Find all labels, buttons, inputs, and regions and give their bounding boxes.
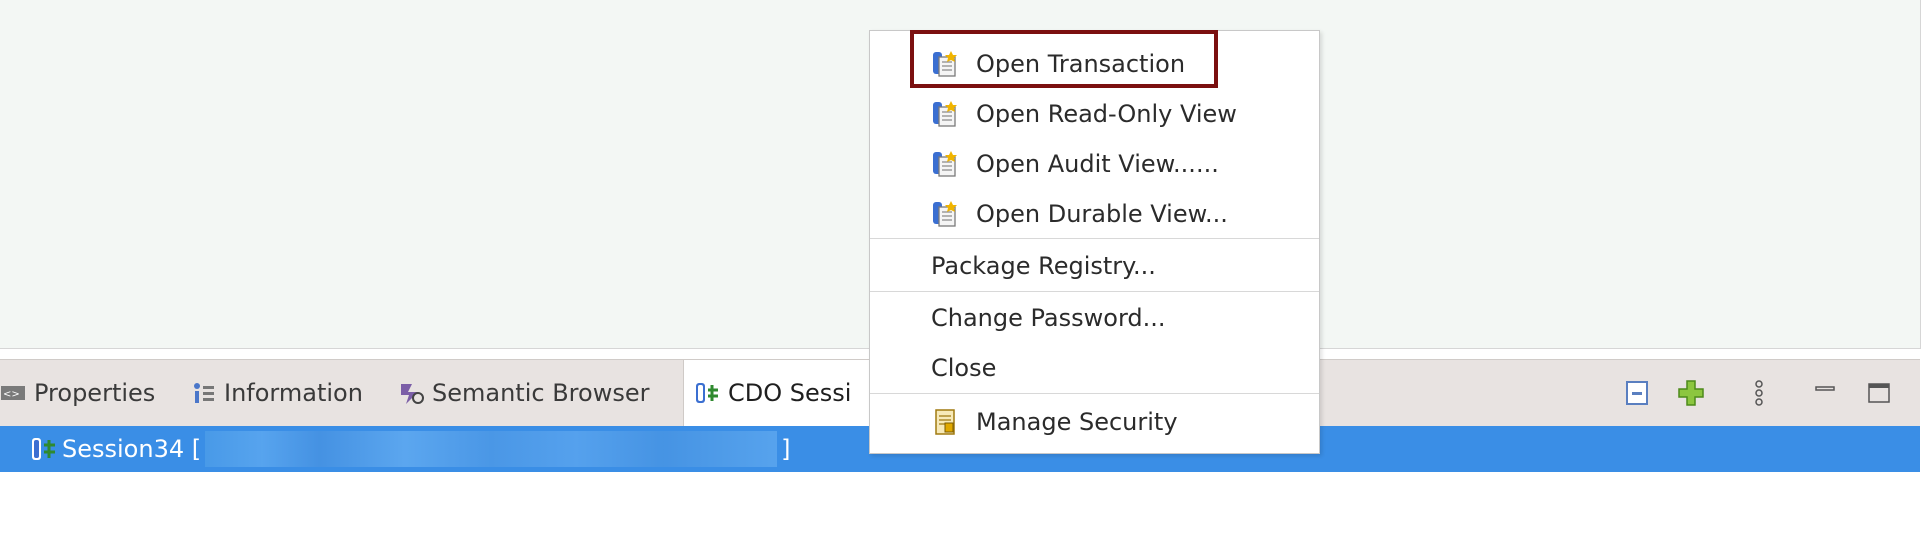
maximize-button[interactable] (1864, 378, 1894, 408)
menu-item-label: Manage Security (976, 408, 1178, 436)
plus-icon (1678, 380, 1704, 406)
menu-separator (870, 238, 1319, 239)
semantic-browser-icon (398, 380, 424, 406)
menu-item-change-password[interactable]: Change Password... (870, 295, 1319, 341)
session-label-close: ] (781, 435, 791, 463)
minimize-icon (1815, 386, 1835, 391)
menu-item-label: Close (931, 354, 997, 382)
collapse-all-icon (1626, 381, 1648, 405)
transaction-icon (931, 150, 959, 178)
menu-item-close[interactable]: Close (870, 345, 1319, 391)
tab-information-label: Information (224, 379, 363, 407)
properties-icon: <> (0, 380, 26, 406)
collapse-all-button[interactable] (1623, 378, 1653, 408)
information-icon (190, 380, 216, 406)
menu-item-package-registry[interactable]: Package Registry... (870, 243, 1319, 289)
menu-item-label: Open Read-Only View (976, 100, 1237, 128)
add-button[interactable] (1676, 378, 1706, 408)
menu-separator (870, 291, 1319, 292)
redacted-address (205, 431, 778, 467)
tab-properties-label: Properties (34, 379, 156, 407)
menu-item-open-read-only-view[interactable]: Open Read-Only View (870, 91, 1319, 137)
menu-item-label: Package Registry... (931, 252, 1156, 280)
highlight-box (910, 30, 1218, 88)
session-label: Session34 [ (62, 435, 202, 463)
cdo-session-icon (694, 380, 720, 406)
menu-item-manage-security[interactable]: Manage Security (870, 399, 1319, 445)
tab-properties[interactable]: <> Properties (0, 360, 155, 426)
menu-item-label: Open Audit View...... (976, 150, 1219, 178)
vertical-dots-icon (1755, 380, 1763, 406)
tab-cdo-sessions[interactable]: CDO Sessi (683, 360, 891, 426)
minimize-button[interactable] (1810, 378, 1840, 408)
tab-semantic-browser-label: Semantic Browser (432, 379, 650, 407)
menu-item-label: Open Durable View... (976, 200, 1228, 228)
security-icon (931, 408, 959, 436)
maximize-icon (1868, 383, 1890, 403)
transaction-icon (931, 100, 959, 128)
view-menu-button[interactable] (1744, 378, 1774, 408)
menu-item-open-durable-view[interactable]: Open Durable View... (870, 191, 1319, 237)
tab-information[interactable]: Information (190, 360, 363, 426)
menu-separator (870, 393, 1319, 394)
session-icon (30, 435, 58, 463)
menu-item-open-audit-view[interactable]: Open Audit View...... (870, 141, 1319, 187)
tab-semantic-browser[interactable]: Semantic Browser (398, 360, 649, 426)
context-menu: Open Transaction Open Read-Only View Ope… (869, 30, 1320, 454)
transaction-icon (931, 200, 959, 228)
svg-text:<>: <> (3, 389, 20, 400)
tab-cdo-sessions-label: CDO Sessi (728, 379, 852, 407)
menu-item-label: Change Password... (931, 304, 1166, 332)
